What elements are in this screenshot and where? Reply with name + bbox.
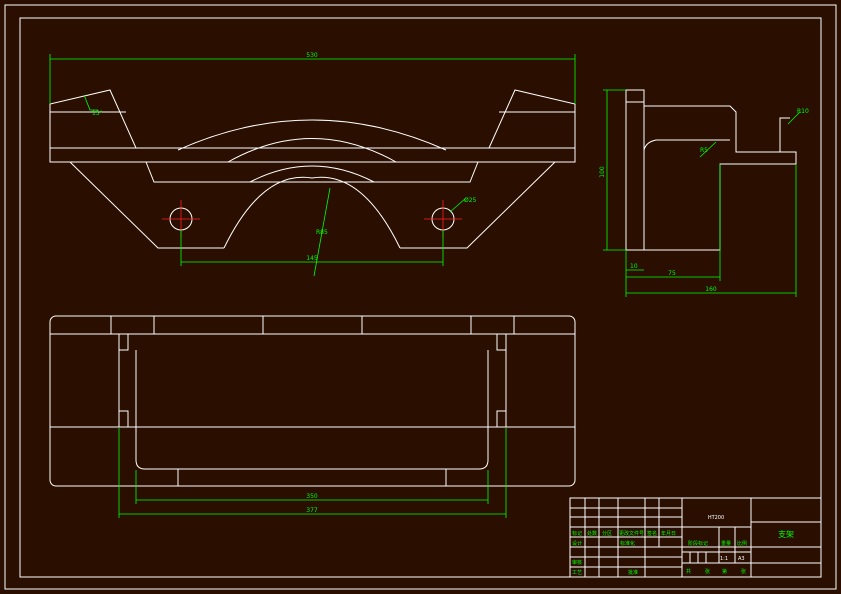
dim-angle-text: 15° <box>92 110 103 117</box>
tb-zone-col: 分区 <box>602 530 612 537</box>
tb-designer-label: 设计 <box>572 540 582 547</box>
drawing-sheet: 530 15° 145 R85 Ø25 100 10 75 160 R5 R10… <box>0 0 841 594</box>
tb-doc-col: 更改文件号 <box>619 530 644 537</box>
front-bore-arch <box>223 176 401 249</box>
title-block: 标记 处数 分区 更改文件号 签名 年月日 设计 标准化 审核 工艺 批准 阶段… <box>569 497 822 578</box>
dim-side-radius-text: R5 <box>700 147 708 154</box>
side-vertical-web <box>625 89 645 251</box>
tb-sheet-unit-2: 张 <box>741 568 746 575</box>
tb-approve-label: 批准 <box>628 569 638 576</box>
top-inner-pocket <box>135 350 489 470</box>
tb-checker-label: 审核 <box>572 559 582 566</box>
front-inner-arch <box>227 138 397 163</box>
front-right-ear <box>488 89 576 149</box>
tb-standard-label: 标准化 <box>620 540 635 547</box>
tb-count-col: 处数 <box>587 530 597 537</box>
tb-weight-label: 重量 <box>721 540 731 547</box>
front-body-right <box>400 161 556 249</box>
dim-top-overall-text: 530 <box>306 52 318 59</box>
dim-side-inner-text: 75 <box>668 270 676 277</box>
tb-part-name: 支架 <box>778 529 794 539</box>
dim-hole-dia-text: Ø25 <box>464 197 477 204</box>
tb-material: HT200 <box>708 515 724 521</box>
top-left-notch-upper <box>118 334 129 351</box>
top-right-notch-lower <box>496 410 507 427</box>
front-body-left <box>69 161 224 249</box>
dim-side-overall-text: 160 <box>705 286 717 293</box>
tb-sheet-total: 共 <box>686 568 691 575</box>
tb-scale-value: 1:1 <box>720 556 728 562</box>
tb-mark-col: 标记 <box>572 530 582 537</box>
dim-side-step-text: 10 <box>630 263 638 270</box>
top-view: 350 377 <box>49 315 576 518</box>
drawing-canvas: 530 15° 145 R85 Ø25 100 10 75 160 R5 R10… <box>4 4 837 590</box>
dim-bottom-outer-text: 377 <box>306 507 318 514</box>
dim-side-radius-small-text: R10 <box>797 108 809 115</box>
side-view: 100 10 75 160 R5 R10 <box>599 89 809 297</box>
tb-sheet-unit: 张 <box>705 568 710 575</box>
inner-border <box>19 17 822 578</box>
top-right-notch-upper <box>496 334 507 351</box>
front-outer-arch <box>177 119 447 151</box>
dim-radius-text: R85 <box>316 229 328 236</box>
front-top-plate <box>49 147 576 163</box>
side-profile <box>626 101 797 251</box>
tb-sign-col: 签名 <box>647 530 657 537</box>
front-view: 530 15° 145 R85 Ø25 <box>49 52 576 277</box>
tb-process-label: 工艺 <box>572 570 582 576</box>
side-inner-fillet <box>643 139 730 151</box>
dim-side-height-text: 100 <box>599 166 606 178</box>
outer-border <box>4 4 837 590</box>
top-outline <box>49 315 576 487</box>
tb-mark-value: A3 <box>738 556 745 562</box>
front-bore-upper <box>249 165 375 183</box>
front-channel <box>145 161 479 183</box>
tb-date-col: 年月日 <box>661 530 676 537</box>
dim-bottom-inner-text: 350 <box>306 493 318 500</box>
tb-sheet-no: 第 <box>722 568 727 575</box>
front-left-ear <box>49 89 137 149</box>
tb-stage-label: 阶段标记 <box>688 540 708 547</box>
top-left-notch-lower <box>118 410 129 427</box>
tb-ratio-label: 比例 <box>737 540 747 547</box>
dim-angle-leader <box>83 94 98 111</box>
dim-hole-pitch-text: 145 <box>306 255 318 262</box>
